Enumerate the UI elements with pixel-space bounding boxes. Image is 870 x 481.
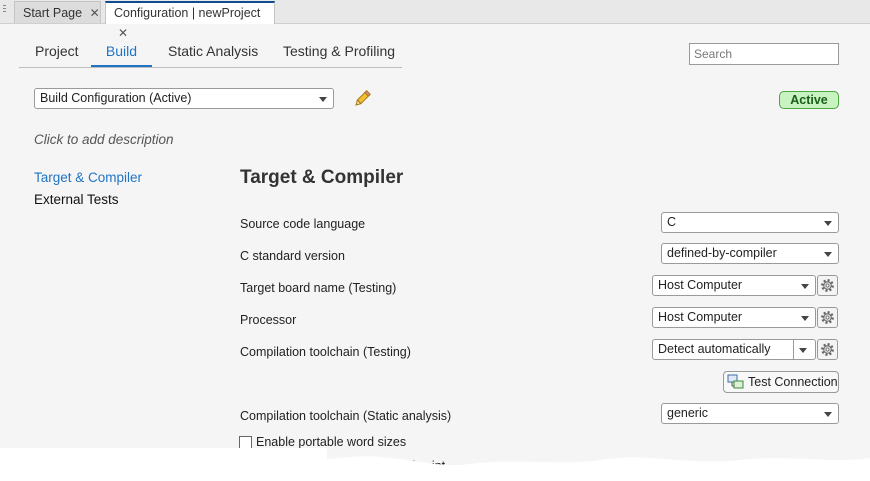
pencil-edit-icon[interactable] [352,89,372,109]
tab-testing-profiling[interactable]: Testing & Profiling [283,37,395,66]
select-value: C [667,215,677,229]
drag-grip-icon[interactable] [3,5,7,17]
chevron-down-icon [319,97,327,102]
tab-label: Configuration | newProject [114,6,261,20]
tab-configuration[interactable]: Configuration | newProject ✕ [105,1,275,40]
toolchain-static-select[interactable]: generic [661,403,839,424]
tab-project[interactable]: Project [35,37,79,66]
checkbox-label: Enable portable word sizes [256,435,407,449]
select-value: Build Configuration (Active) [40,91,192,105]
chevron-down-icon [824,412,832,417]
gear-icon [821,343,834,356]
field-label: Compilation toolchain (Testing) [240,345,411,359]
section-title: Target & Compiler [240,167,404,188]
build-configuration-select[interactable]: Build Configuration (Active) [34,88,334,109]
field-label: Processor [240,313,297,327]
chevron-down-icon[interactable] [799,348,807,353]
c-standard-select[interactable]: defined-by-compiler [661,243,839,264]
processor-settings-button[interactable] [817,307,838,328]
test-connection-button[interactable]: Test Connection [723,371,839,393]
status-badge: Active [779,91,839,109]
select-value: Detect automatically [658,342,771,356]
split-divider [793,340,794,359]
sidebar-item-external-tests[interactable]: External Tests [34,192,119,207]
torn-edge-mask [0,448,327,481]
tab-static-analysis[interactable]: Static Analysis [168,37,258,66]
tab-start-page[interactable]: Start Page ✕ [14,1,101,23]
chevron-down-icon [801,316,809,321]
search-input[interactable] [689,43,839,65]
chevron-down-icon [801,284,809,289]
config-nav-tabs: Project Build Static Analysis Testing & … [19,37,402,68]
processor-select[interactable]: Host Computer [652,307,816,328]
field-label: C standard version [240,249,345,263]
toolchain-testing-select[interactable]: Detect automatically [652,339,816,360]
select-value: defined-by-compiler [667,246,777,260]
network-connection-icon [727,374,744,389]
tab-build[interactable]: Build [91,37,152,67]
close-icon[interactable]: ✕ [90,2,100,24]
source-language-select[interactable]: C [661,212,839,233]
document-tab-strip: Start Page ✕ Configuration | newProject … [0,0,870,40]
gear-icon [821,279,834,292]
chevron-down-icon [824,221,832,226]
select-value: Host Computer [658,310,743,324]
field-label: Target board name (Testing) [240,281,397,295]
field-label: Compilation toolchain (Static analysis) [240,409,452,423]
gear-icon [821,311,834,324]
button-label: Test Connection [748,375,838,389]
toolchain-settings-button[interactable] [817,339,838,360]
sidebar-item-target-compiler[interactable]: Target & Compiler [34,170,142,185]
target-board-select[interactable]: Host Computer [652,275,816,296]
field-label: Source code language [240,217,366,231]
select-value: Host Computer [658,278,743,292]
chevron-down-icon [824,252,832,257]
select-value: generic [667,406,708,420]
description-placeholder[interactable]: Click to add description [34,132,174,147]
target-board-settings-button[interactable] [817,275,838,296]
tab-label: Start Page [23,6,83,20]
